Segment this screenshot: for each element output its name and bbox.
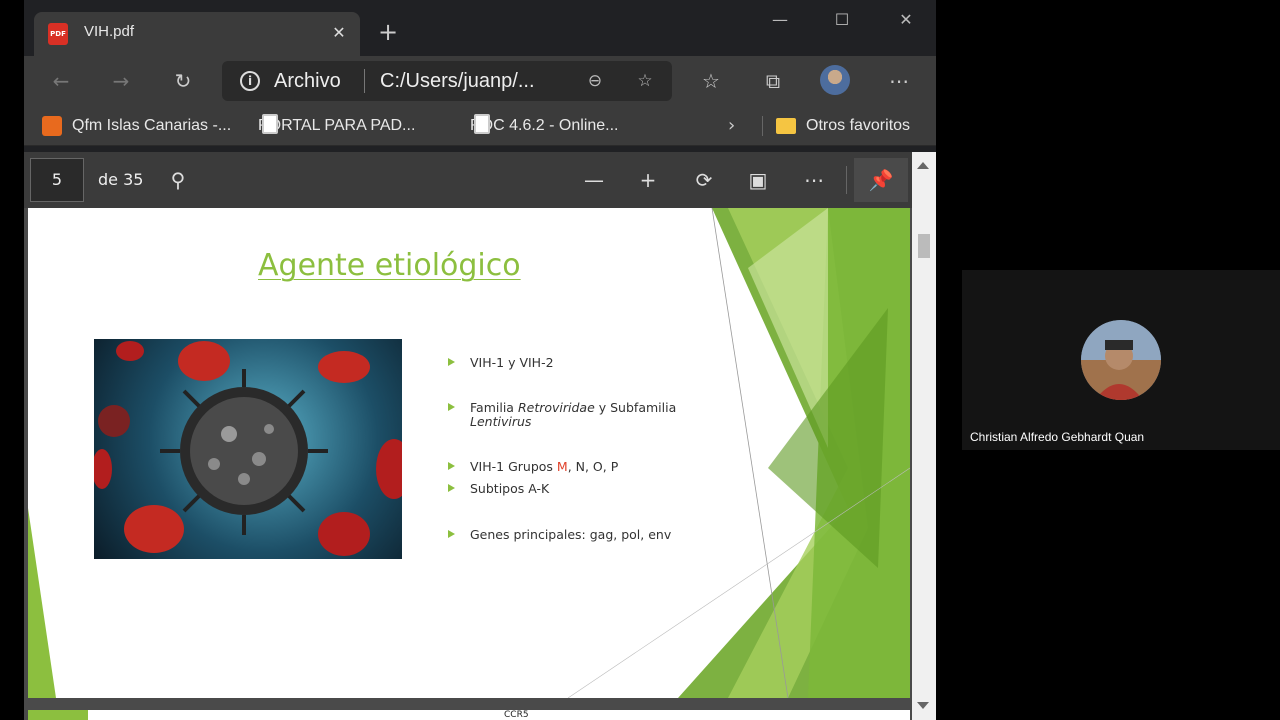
participant-avatar [1081, 320, 1161, 400]
bookmark-site-icon [42, 115, 62, 136]
fit-page-icon[interactable]: ▣ [744, 166, 772, 194]
virus-illustration [94, 339, 402, 559]
slide-title: Agente etiológico [258, 248, 521, 283]
bookmark-rdc[interactable]: RDC 4.6.2 - Online... [470, 114, 619, 138]
toolbar-divider [846, 166, 847, 194]
bookmarks-bar: Qfm Islas Canarias -... PORTAL PARA PAD.… [24, 106, 936, 146]
address-url[interactable]: C:/Users/juanp/... [380, 70, 535, 93]
pdf-page: Agente etiológico VIH-1 y VIH-2 Familia … [28, 208, 910, 698]
address-scheme: Archivo [274, 70, 341, 92]
tab-vih-pdf[interactable]: PDF VIH.pdf ✕ [34, 12, 360, 56]
other-favorites[interactable]: Otros favoritos [776, 114, 910, 138]
info-icon[interactable]: i [240, 71, 260, 91]
more-options-icon[interactable]: ⋯ [800, 166, 828, 194]
bookmark-qfm[interactable]: Qfm Islas Canarias -... [42, 114, 231, 138]
pdf-viewer[interactable]: Agente etiológico VIH-1 y VIH-2 Familia … [24, 208, 912, 720]
bullet-triangle-icon [448, 530, 455, 538]
page-number-input[interactable]: 5 [30, 158, 84, 202]
bookmark-portal[interactable]: PORTAL PARA PAD... [258, 114, 415, 138]
search-icon[interactable]: ⚲ [164, 166, 192, 194]
forward-icon[interactable]: → [106, 66, 136, 96]
page-icon [474, 114, 490, 134]
tab-title: VIH.pdf [84, 23, 135, 40]
rotate-icon[interactable]: ⟳ [690, 166, 718, 194]
chevron-right-icon[interactable]: › [728, 114, 735, 138]
minimize-icon[interactable]: — [768, 8, 792, 32]
screen: PDF VIH.pdf ✕ + — ☐ ✕ ← → ↻ i Archivo C:… [0, 0, 1280, 720]
participant-video-tile[interactable]: Christian Alfredo Gebhardt Quan [962, 270, 1280, 450]
page-total: de 35 [98, 170, 144, 189]
new-tab-icon[interactable]: + [374, 18, 402, 46]
bookmark-label: PORTAL PARA PAD... [258, 117, 416, 134]
folder-icon [776, 117, 796, 134]
zoom-out-icon[interactable]: ⊖ [584, 70, 606, 92]
pin-toolbar-icon[interactable]: 📌 [854, 158, 908, 202]
bookmark-label: RDC 4.6.2 - Online... [470, 117, 619, 134]
bookmark-label: Qfm Islas Canarias -... [72, 117, 232, 134]
bookmark-divider [762, 116, 763, 136]
profile-avatar[interactable] [820, 65, 850, 95]
vertical-scrollbar[interactable] [912, 152, 936, 720]
bullet-triangle-icon [448, 403, 455, 411]
participant-name: Christian Alfredo Gebhardt Quan [970, 430, 1145, 444]
address-separator [364, 69, 365, 93]
bullet-triangle-icon [448, 462, 455, 470]
scroll-down-arrow[interactable] [917, 702, 929, 709]
browser-window: PDF VIH.pdf ✕ + — ☐ ✕ ← → ↻ i Archivo C:… [24, 0, 936, 720]
next-pdf-page: CCR5 [28, 710, 910, 720]
other-favorites-label: Otros favoritos [806, 117, 911, 134]
close-tab-icon[interactable]: ✕ [328, 22, 350, 44]
refresh-icon[interactable]: ↻ [168, 66, 198, 96]
virus-image-graphic [94, 341, 402, 556]
tab-bar: PDF VIH.pdf ✕ + — ☐ ✕ [24, 0, 936, 56]
next-page-label: CCR5 [504, 710, 529, 720]
more-icon[interactable]: ⋯ [884, 66, 914, 96]
collections-icon[interactable]: ⧉ [758, 66, 788, 96]
participant-photo-graphic [1081, 320, 1161, 400]
bullet-triangle-icon [448, 484, 455, 492]
maximize-icon[interactable]: ☐ [830, 8, 854, 32]
favorites-icon[interactable]: ☆ [696, 66, 726, 96]
address-bar[interactable]: i Archivo C:/Users/juanp/... ⊖ ☆ [222, 61, 672, 101]
scroll-up-arrow[interactable] [917, 162, 929, 169]
zoom-out-button[interactable]: — [580, 166, 608, 194]
pdf-file-icon: PDF [48, 23, 68, 45]
window-close-icon[interactable]: ✕ [894, 8, 918, 32]
zoom-in-button[interactable]: + [634, 166, 662, 194]
add-favorite-icon[interactable]: ☆ [634, 70, 656, 92]
back-icon[interactable]: ← [46, 66, 76, 96]
scroll-thumb[interactable] [918, 234, 930, 258]
pdf-toolbar: 5 de 35 ⚲ — + ⟳ ▣ ⋯ 📌 [24, 152, 912, 208]
page-icon [262, 114, 278, 134]
navigation-toolbar: ← → ↻ i Archivo C:/Users/juanp/... ⊖ ☆ ☆… [24, 56, 936, 106]
next-page-green-strip [28, 710, 88, 720]
bullet-triangle-icon [448, 358, 455, 366]
